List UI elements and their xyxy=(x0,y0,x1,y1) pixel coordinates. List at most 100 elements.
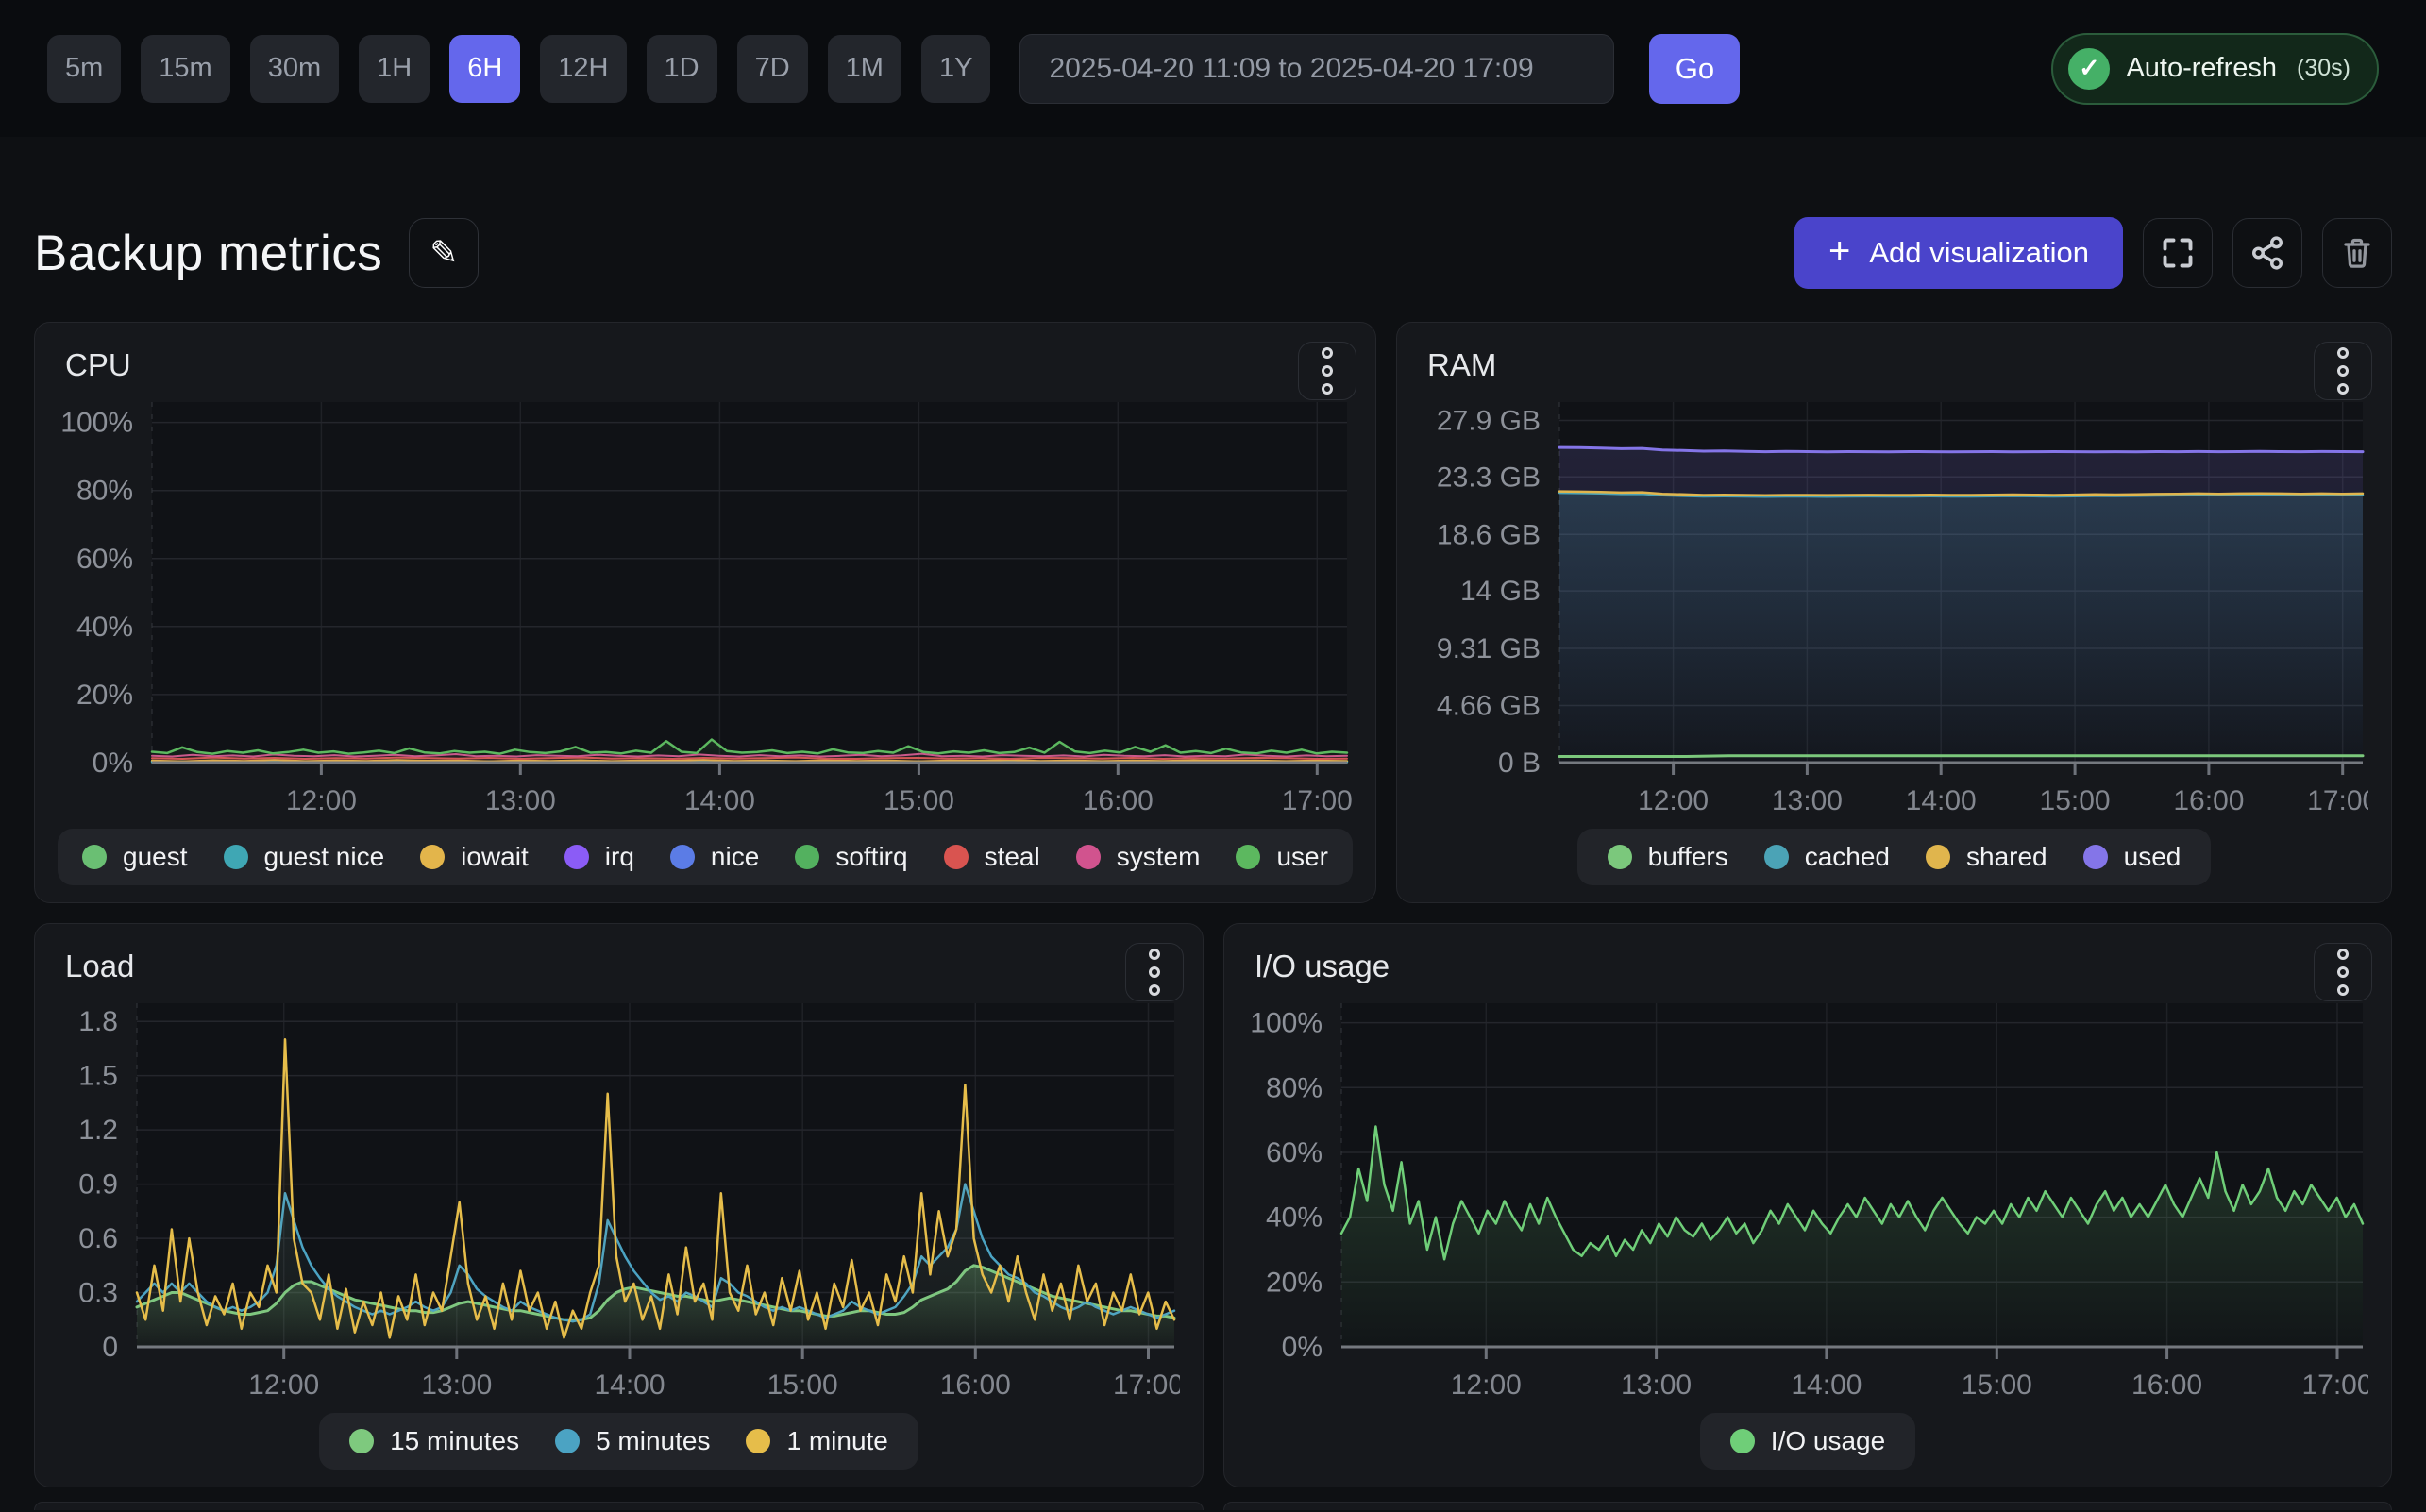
legend-item-i-o-usage[interactable]: I/O usage xyxy=(1730,1426,1885,1456)
legend-item-buffers[interactable]: buffers xyxy=(1608,842,1728,872)
legend-item-system[interactable]: system xyxy=(1076,842,1201,872)
legend-dot xyxy=(1236,845,1260,869)
panel-menu-button[interactable] xyxy=(2314,943,2372,1001)
svg-text:1.8: 1.8 xyxy=(78,1006,118,1037)
legend-item-guest[interactable]: guest xyxy=(82,842,188,872)
legend-label: system xyxy=(1117,842,1201,872)
svg-text:13:00: 13:00 xyxy=(421,1369,492,1401)
svg-text:1.2: 1.2 xyxy=(78,1115,118,1146)
legend-item-cached[interactable]: cached xyxy=(1764,842,1890,872)
load-chart[interactable]: 12:0013:0014:0015:0016:0017:0000.30.60.9… xyxy=(58,990,1180,1402)
svg-text:1.5: 1.5 xyxy=(78,1061,118,1092)
legend-label: iowait xyxy=(461,842,529,872)
svg-text:0.6: 0.6 xyxy=(78,1223,118,1254)
legend-item-15-minutes[interactable]: 15 minutes xyxy=(349,1426,519,1456)
svg-text:14:00: 14:00 xyxy=(684,785,755,816)
legend-dot xyxy=(564,845,589,869)
legend-item-nice[interactable]: nice xyxy=(670,842,759,872)
legend-item-used[interactable]: used xyxy=(2083,842,2182,872)
cpu-chart[interactable]: 12:0013:0014:0015:0016:0017:000%20%40%60… xyxy=(58,389,1353,817)
legend-label: guest xyxy=(123,842,188,872)
legend-dot xyxy=(1926,845,1950,869)
range-button-1h[interactable]: 1H xyxy=(359,35,430,103)
range-button-1d[interactable]: 1D xyxy=(647,35,717,103)
legend-dot xyxy=(1730,1429,1755,1453)
legend-label: steal xyxy=(985,842,1040,872)
delete-dashboard-button[interactable] xyxy=(2322,218,2392,288)
go-button[interactable]: Go xyxy=(1649,34,1740,104)
svg-text:40%: 40% xyxy=(1266,1202,1323,1234)
svg-text:0: 0 xyxy=(102,1332,118,1363)
svg-text:15:00: 15:00 xyxy=(2040,785,2111,816)
share-button[interactable] xyxy=(2232,218,2302,288)
share-icon xyxy=(2249,235,2285,271)
legend-dot xyxy=(349,1429,374,1453)
page-title: Backup metrics xyxy=(34,225,382,282)
svg-text:100%: 100% xyxy=(1250,1008,1323,1039)
legend-item-user[interactable]: user xyxy=(1236,842,1327,872)
io-chart[interactable]: 12:0013:0014:0015:0016:0017:000%20%40%60… xyxy=(1247,990,2368,1402)
pencil-icon: ✎ xyxy=(430,233,458,273)
range-button-6h[interactable]: 6H xyxy=(449,35,520,103)
range-button-15m[interactable]: 15m xyxy=(141,35,229,103)
legend-dot xyxy=(1608,845,1632,869)
check-icon: ✓ xyxy=(2068,48,2110,90)
svg-text:15:00: 15:00 xyxy=(1962,1369,2032,1401)
time-range-toolbar: 5m 15m 30m 1H 6H 12H 1D 7D 1M 1Y 2025-04-20 11:09… xyxy=(0,0,2426,137)
legend-dot xyxy=(1764,845,1789,869)
date-range-input[interactable]: 2025-04-20 11:09 to 2025-04-20 17:09 xyxy=(1019,34,1614,104)
panel-cpu: CPU 12:0013:0014:0015:0016:0017:000%20%4… xyxy=(34,322,1376,903)
range-button-1y[interactable]: 1Y xyxy=(921,35,990,103)
legend-item-1-minute[interactable]: 1 minute xyxy=(746,1426,887,1456)
auto-refresh-toggle[interactable]: ✓ Auto-refresh (30s) xyxy=(2051,33,2379,105)
legend-dot xyxy=(420,845,445,869)
ram-chart[interactable]: 12:0013:0014:0015:0016:0017:000 B4.66 GB… xyxy=(1420,389,2368,817)
svg-text:13:00: 13:00 xyxy=(1621,1369,1692,1401)
svg-text:12:00: 12:00 xyxy=(1451,1369,1522,1401)
edit-title-button[interactable]: ✎ xyxy=(409,218,479,288)
legend-item-iowait[interactable]: iowait xyxy=(420,842,529,872)
range-button-1m[interactable]: 1M xyxy=(828,35,901,103)
svg-text:15:00: 15:00 xyxy=(767,1369,838,1401)
legend-label: guest nice xyxy=(264,842,385,872)
kebab-icon xyxy=(2337,347,2349,359)
svg-text:16:00: 16:00 xyxy=(1083,785,1154,816)
svg-text:17:00: 17:00 xyxy=(1282,785,1353,816)
range-button-12h[interactable]: 12H xyxy=(540,35,626,103)
panel-title: I/O usage xyxy=(1247,949,2368,984)
legend-label: user xyxy=(1276,842,1327,872)
add-visualization-button[interactable]: + Add visualization xyxy=(1794,217,2123,289)
svg-text:60%: 60% xyxy=(1266,1137,1323,1168)
legend-item-softirq[interactable]: softirq xyxy=(795,842,907,872)
legend-item-steal[interactable]: steal xyxy=(944,842,1040,872)
auto-refresh-label: Auto-refresh xyxy=(2126,53,2277,84)
legend-item-5-minutes[interactable]: 5 minutes xyxy=(555,1426,710,1456)
legend-item-irq[interactable]: irq xyxy=(564,842,634,872)
kebab-icon xyxy=(2337,949,2349,960)
svg-text:18.6 GB: 18.6 GB xyxy=(1437,519,1541,550)
range-button-5m[interactable]: 5m xyxy=(47,35,121,103)
kebab-icon xyxy=(1322,347,1333,359)
svg-text:100%: 100% xyxy=(60,408,133,439)
legend-item-guest-nice[interactable]: guest nice xyxy=(224,842,385,872)
legend-dot xyxy=(2083,845,2108,869)
panel-menu-button[interactable] xyxy=(1125,943,1184,1001)
plus-icon: + xyxy=(1828,230,1850,273)
range-button-30m[interactable]: 30m xyxy=(250,35,339,103)
fullscreen-button[interactable] xyxy=(2143,218,2213,288)
svg-text:80%: 80% xyxy=(76,476,133,507)
legend-dot xyxy=(944,845,969,869)
panel-menu-button[interactable] xyxy=(1298,342,1356,400)
range-button-7d[interactable]: 7D xyxy=(737,35,808,103)
panel-menu-button[interactable] xyxy=(2314,342,2372,400)
legend-label: 5 minutes xyxy=(596,1426,710,1456)
svg-text:17:00: 17:00 xyxy=(1113,1369,1180,1401)
svg-text:15:00: 15:00 xyxy=(884,785,954,816)
svg-text:0%: 0% xyxy=(93,748,133,779)
legend-dot xyxy=(795,845,819,869)
cpu-legend: guest guest nice iowait irq nice softirq steal… xyxy=(58,829,1353,885)
legend-item-shared[interactable]: shared xyxy=(1926,842,2047,872)
ram-legend: buffers cached shared used xyxy=(1577,829,2212,885)
svg-text:0%: 0% xyxy=(1282,1332,1323,1363)
svg-text:80%: 80% xyxy=(1266,1072,1323,1103)
